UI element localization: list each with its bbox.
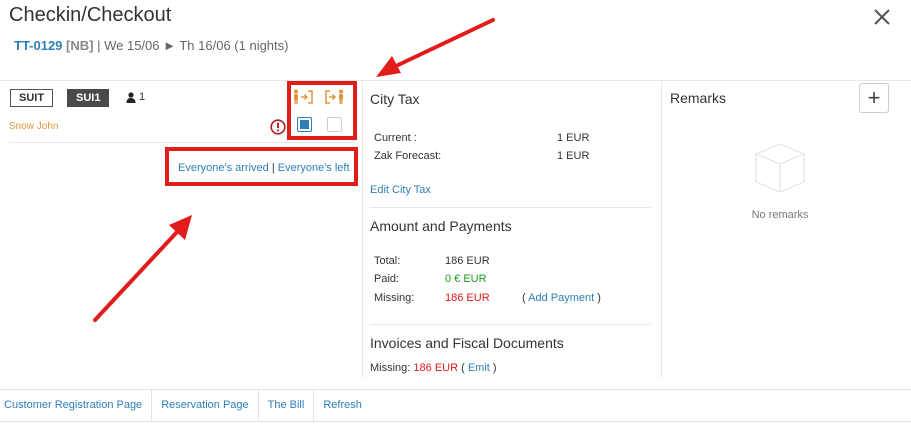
add-payment-link[interactable]: Add Payment	[528, 292, 594, 304]
arrow-to-checkboxes	[376, 18, 495, 77]
tab-reservation-page[interactable]: Reservation Page	[152, 390, 259, 421]
paren-close: )	[597, 292, 601, 304]
guest-count-value: 1	[139, 91, 146, 103]
missing-label: Missing:	[374, 292, 415, 304]
total-value: 186 EUR	[445, 255, 490, 267]
empty-box-icon	[754, 143, 806, 193]
page-title: Checkin/Checkout	[9, 4, 172, 26]
guest-name[interactable]: Snow John	[9, 121, 58, 132]
paren-open: (	[522, 292, 526, 304]
warning-icon	[270, 119, 286, 135]
everyone-left-link[interactable]: Everyone's left	[278, 162, 350, 174]
invoices-title: Invoices and Fiscal Documents	[370, 335, 564, 351]
current-tax-value: 1 EUR	[557, 132, 590, 144]
invoices-missing-label: Missing:	[370, 362, 411, 374]
everyone-links: Everyone's arrived | Everyone's left	[178, 162, 350, 174]
link-separator: |	[271, 162, 275, 174]
paid-label: Paid:	[374, 273, 400, 285]
room-divider	[9, 142, 354, 143]
paid-value: 0 € EUR	[445, 273, 487, 285]
room-number-badge: SUI1	[67, 89, 110, 107]
total-label: Total:	[374, 255, 401, 267]
missing-value: 186 EUR	[445, 292, 490, 304]
emit-link[interactable]: Emit	[468, 362, 490, 374]
invoices-missing-value: 186 EUR	[413, 362, 459, 374]
checkin-checkout-highlight	[287, 81, 357, 140]
paren-close: )	[492, 362, 497, 374]
paren-open: (	[461, 362, 465, 374]
person-icon	[126, 91, 136, 103]
header-divider	[0, 80, 911, 81]
no-remarks-text: No remarks	[751, 209, 809, 221]
remarks-title: Remarks	[670, 90, 727, 106]
reservation-code: TT-0129	[14, 38, 63, 53]
footer-tabs: Customer Registration Page Reservation P…	[0, 389, 911, 422]
everyone-arrived-link[interactable]: Everyone's arrived	[178, 162, 269, 174]
reservation-dates: | We 15/06 ► Th 16/06 (1 nights)	[97, 38, 289, 53]
close-icon[interactable]	[871, 6, 893, 28]
payments-title: Amount and Payments	[370, 218, 512, 234]
column-divider	[362, 82, 363, 378]
add-payment-wrapper: ( Add Payment )	[522, 292, 601, 304]
city-tax-title: City Tax	[370, 91, 420, 107]
room-category-badge: SUIT	[10, 89, 54, 107]
forecast-tax-label: Zak Forecast:	[374, 150, 442, 162]
reservation-summary: TT-0129 [NB] | We 15/06 ► Th 16/06 (1 ni…	[14, 38, 288, 53]
tab-refresh[interactable]: Refresh	[314, 390, 371, 421]
tab-the-bill[interactable]: The Bill	[259, 390, 315, 421]
arrow-to-everyone-links	[93, 215, 192, 322]
section-divider	[370, 207, 651, 208]
edit-city-tax-link[interactable]: Edit City Tax	[370, 184, 431, 196]
forecast-tax-value: 1 EUR	[557, 150, 590, 162]
reservation-tag: [NB]	[66, 38, 94, 53]
guest-count: 1	[126, 91, 145, 103]
add-remark-button[interactable]: +	[859, 83, 889, 113]
tab-customer-registration[interactable]: Customer Registration Page	[0, 390, 153, 421]
current-tax-label: Current :	[374, 132, 417, 144]
invoices-missing: Missing: 186 EUR ( Emit )	[370, 362, 497, 374]
section-divider	[370, 324, 651, 325]
plus-icon: +	[867, 85, 881, 110]
column-divider	[661, 82, 662, 378]
